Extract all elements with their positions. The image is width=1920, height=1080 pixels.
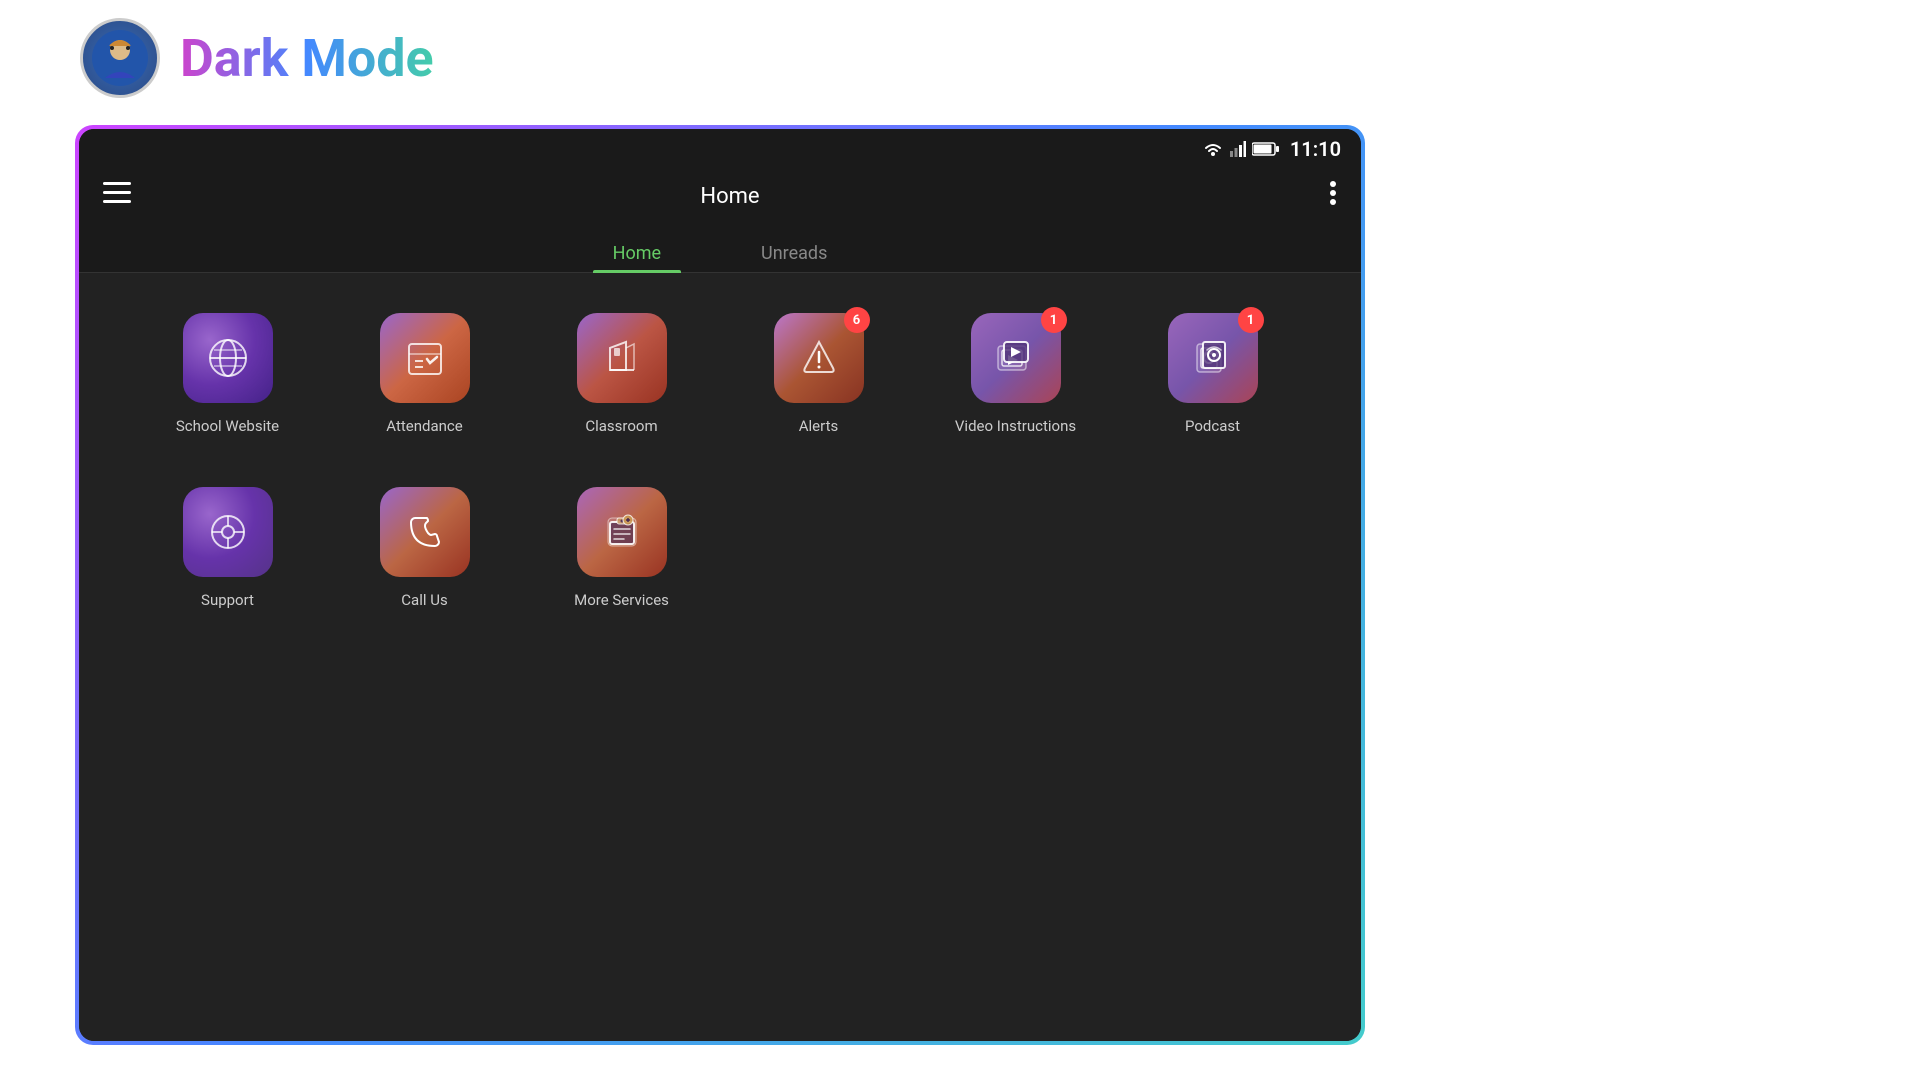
- signal-icon: [1230, 141, 1246, 157]
- app-icon-wrapper-school-website: [183, 313, 273, 403]
- more-options-button[interactable]: [1329, 181, 1337, 211]
- app-grid-row2: Support Call Us: [139, 487, 1301, 611]
- app-icon-wrapper-more: [577, 487, 667, 577]
- video-badge: 1: [1041, 307, 1067, 333]
- app-item-attendance[interactable]: Attendance: [336, 313, 513, 437]
- attendance-label: Attendance: [386, 417, 462, 437]
- alerts-label: Alerts: [799, 417, 839, 437]
- device-screen: 11:10 Home Home: [79, 129, 1361, 1041]
- support-icon: [183, 487, 273, 577]
- podcast-label: Podcast: [1185, 417, 1240, 437]
- app-bar: Home: [79, 169, 1361, 223]
- app-icon-wrapper-attendance: [380, 313, 470, 403]
- classroom-label: Classroom: [585, 417, 657, 437]
- tab-unreads[interactable]: Unreads: [741, 235, 847, 272]
- alerts-badge: 6: [844, 307, 870, 333]
- battery-icon: [1252, 141, 1280, 157]
- more-services-icon: [577, 487, 667, 577]
- app-bar-title: Home: [700, 184, 759, 209]
- call-us-label: Call Us: [401, 591, 447, 611]
- app-item-support[interactable]: Support: [139, 487, 316, 611]
- tab-home[interactable]: Home: [593, 235, 681, 272]
- app-item-classroom[interactable]: Classroom: [533, 313, 710, 437]
- app-item-alerts[interactable]: 6 Alerts: [730, 313, 907, 437]
- more-services-label: More Services: [574, 591, 669, 611]
- status-time: 11:10: [1290, 137, 1341, 161]
- video-instructions-label: Video Instructions: [955, 417, 1076, 437]
- attendance-icon: [380, 313, 470, 403]
- tab-bar: Home Unreads: [79, 223, 1361, 273]
- app-title: Dark Mode: [180, 28, 434, 89]
- app-item-school-website[interactable]: School Website: [139, 313, 316, 437]
- app-icon-wrapper-alerts: 6: [774, 313, 864, 403]
- main-content: School Website: [79, 273, 1361, 1041]
- classroom-icon: [577, 313, 667, 403]
- menu-button[interactable]: [103, 182, 131, 210]
- app-icon-wrapper-video: 1: [971, 313, 1061, 403]
- app-item-more-services[interactable]: More Services: [533, 487, 710, 611]
- support-label: Support: [201, 591, 254, 611]
- app-icon-wrapper-support: [183, 487, 273, 577]
- app-icon-wrapper-callus: [380, 487, 470, 577]
- call-us-icon: [380, 487, 470, 577]
- app-item-podcast[interactable]: 1 Podcast: [1124, 313, 1301, 437]
- app-grid-row1: School Website: [139, 313, 1301, 437]
- app-icon-wrapper-podcast: 1: [1168, 313, 1258, 403]
- podcast-badge: 1: [1238, 307, 1264, 333]
- app-item-call-us[interactable]: Call Us: [336, 487, 513, 611]
- app-icon-wrapper-classroom: [577, 313, 667, 403]
- school-website-icon: [183, 313, 273, 403]
- school-website-label: School Website: [176, 417, 279, 437]
- app-item-video-instructions[interactable]: 1 Video Instructions: [927, 313, 1104, 437]
- outer-header: Dark Mode: [0, 0, 1920, 116]
- status-bar: 11:10: [79, 129, 1361, 169]
- wifi-icon: [1202, 141, 1224, 157]
- device-frame: 11:10 Home Home: [75, 125, 1365, 1045]
- app-logo: [80, 18, 160, 98]
- status-icons: 11:10: [1202, 137, 1341, 161]
